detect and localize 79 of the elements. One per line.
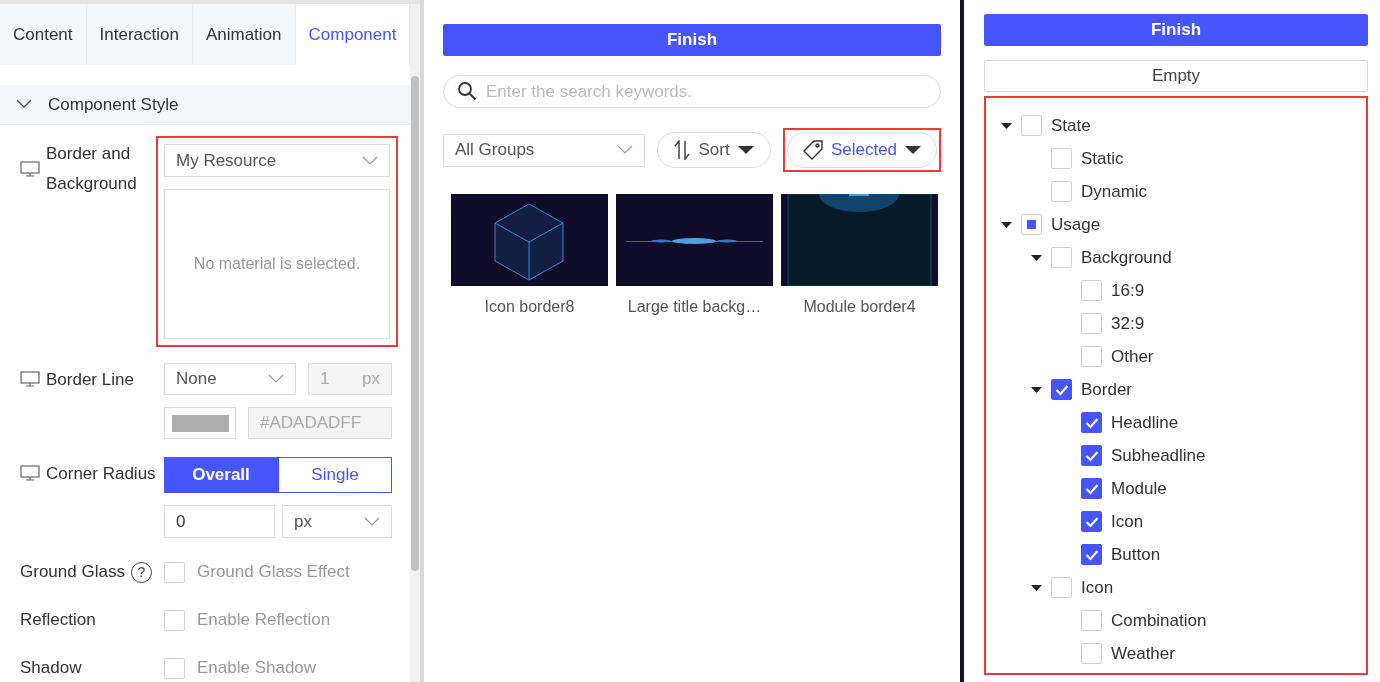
caret-down-icon	[737, 145, 754, 155]
segment-button[interactable]: Overall	[164, 457, 278, 493]
tab[interactable]: Animation	[192, 4, 296, 65]
group-select[interactable]: All Groups	[443, 133, 646, 167]
search-icon	[457, 81, 477, 101]
tree-item-label: Subheadline	[1111, 444, 1206, 467]
thumbnail-caption: Large title backg…	[627, 297, 762, 317]
check-icon	[1084, 449, 1099, 462]
partial-icon	[1027, 220, 1036, 229]
tree-item-label: Module	[1111, 477, 1167, 500]
checkbox-label: Ground Glass Effect	[197, 561, 350, 584]
finish-button[interactable]: Finish	[443, 24, 941, 56]
chevron-icon	[16, 99, 32, 110]
radius-field[interactable]: 0	[164, 505, 275, 538]
tree-item-label: Other	[1111, 345, 1154, 368]
checkbox[interactable]	[1051, 379, 1072, 400]
field-label: Shadow	[20, 657, 82, 680]
checkbox-label: Enable Reflection	[197, 609, 331, 632]
checkbox-label: Enable Shadow	[197, 657, 317, 680]
thumbnail-caption: Module border4	[803, 297, 916, 317]
border-style-select[interactable]: None	[164, 363, 296, 395]
tree-item-label: 32:9	[1111, 312, 1145, 335]
tab[interactable]: Component	[295, 4, 411, 65]
caret-down-icon	[905, 145, 922, 155]
chevron-down-icon	[364, 516, 380, 527]
checkbox[interactable]	[1081, 478, 1102, 499]
empty-material-area: No material is selected.	[164, 189, 390, 339]
scrollbar-thumb[interactable]	[411, 76, 420, 571]
chevron-down-icon	[268, 374, 284, 384]
checkbox[interactable]	[1081, 544, 1102, 565]
check-icon	[1084, 416, 1099, 429]
tab[interactable]: Interaction	[86, 4, 193, 65]
tree-item-label: Icon	[1081, 576, 1114, 599]
tree-item-label: Border	[1081, 378, 1133, 401]
field-label: Ground Glass	[20, 561, 125, 584]
caret-down-icon[interactable]	[1030, 385, 1042, 394]
check-icon	[1054, 383, 1069, 396]
chevron-down-icon	[617, 145, 634, 155]
caret-down-icon[interactable]	[1030, 583, 1042, 592]
tree-item-label: Weather	[1111, 642, 1175, 665]
empty-button[interactable]: Empty	[984, 60, 1368, 92]
thumbnail-caption: Icon border8	[484, 297, 575, 317]
tree-item-label: 16:9	[1111, 279, 1145, 302]
field-label: Border Line	[46, 369, 134, 391]
checkbox[interactable]	[1081, 412, 1102, 433]
color-swatch[interactable]	[164, 407, 236, 439]
caret-down-icon[interactable]	[1000, 220, 1012, 229]
check-icon	[1084, 548, 1099, 561]
tree-item-label: Icon	[1111, 510, 1144, 533]
caret-down-icon[interactable]	[1030, 253, 1042, 262]
field-label: Corner Radius	[46, 463, 156, 485]
tree-item-label: Background	[1081, 246, 1172, 269]
check-icon	[1084, 482, 1099, 495]
tree-item-label: State	[1051, 114, 1091, 137]
tab[interactable]: Content	[0, 4, 87, 65]
segment-button[interactable]: Single	[278, 457, 392, 493]
checkbox[interactable]	[1081, 445, 1102, 466]
unit-select[interactable]: px	[282, 505, 392, 538]
monitor-icon	[20, 161, 40, 177]
field-label: Border and Background	[46, 143, 138, 195]
tree-item-label: Dynamic	[1081, 180, 1148, 203]
search-field[interactable]: Enter the search keywords.	[443, 75, 941, 108]
checkbox[interactable]	[1081, 511, 1102, 532]
finish-button[interactable]: Finish	[984, 14, 1368, 46]
field-label: Reflection	[20, 609, 96, 632]
tree-item-label: Headline	[1111, 411, 1179, 434]
caret-down-icon[interactable]	[1000, 121, 1012, 130]
chevron-down-icon	[362, 155, 378, 166]
tree-item-label: Button	[1111, 543, 1161, 566]
tag-icon	[802, 140, 823, 160]
monitor-icon	[20, 465, 40, 481]
section-header[interactable]: Component Style	[0, 84, 411, 125]
sort-icon	[674, 140, 691, 160]
tree-item-label: Static	[1081, 147, 1124, 170]
tree-item-label: Combination	[1111, 609, 1207, 632]
monitor-icon	[20, 371, 40, 387]
check-icon	[1084, 515, 1099, 528]
tree-item-label: Usage	[1051, 213, 1101, 236]
resource-select[interactable]: My Resource	[164, 144, 390, 177]
